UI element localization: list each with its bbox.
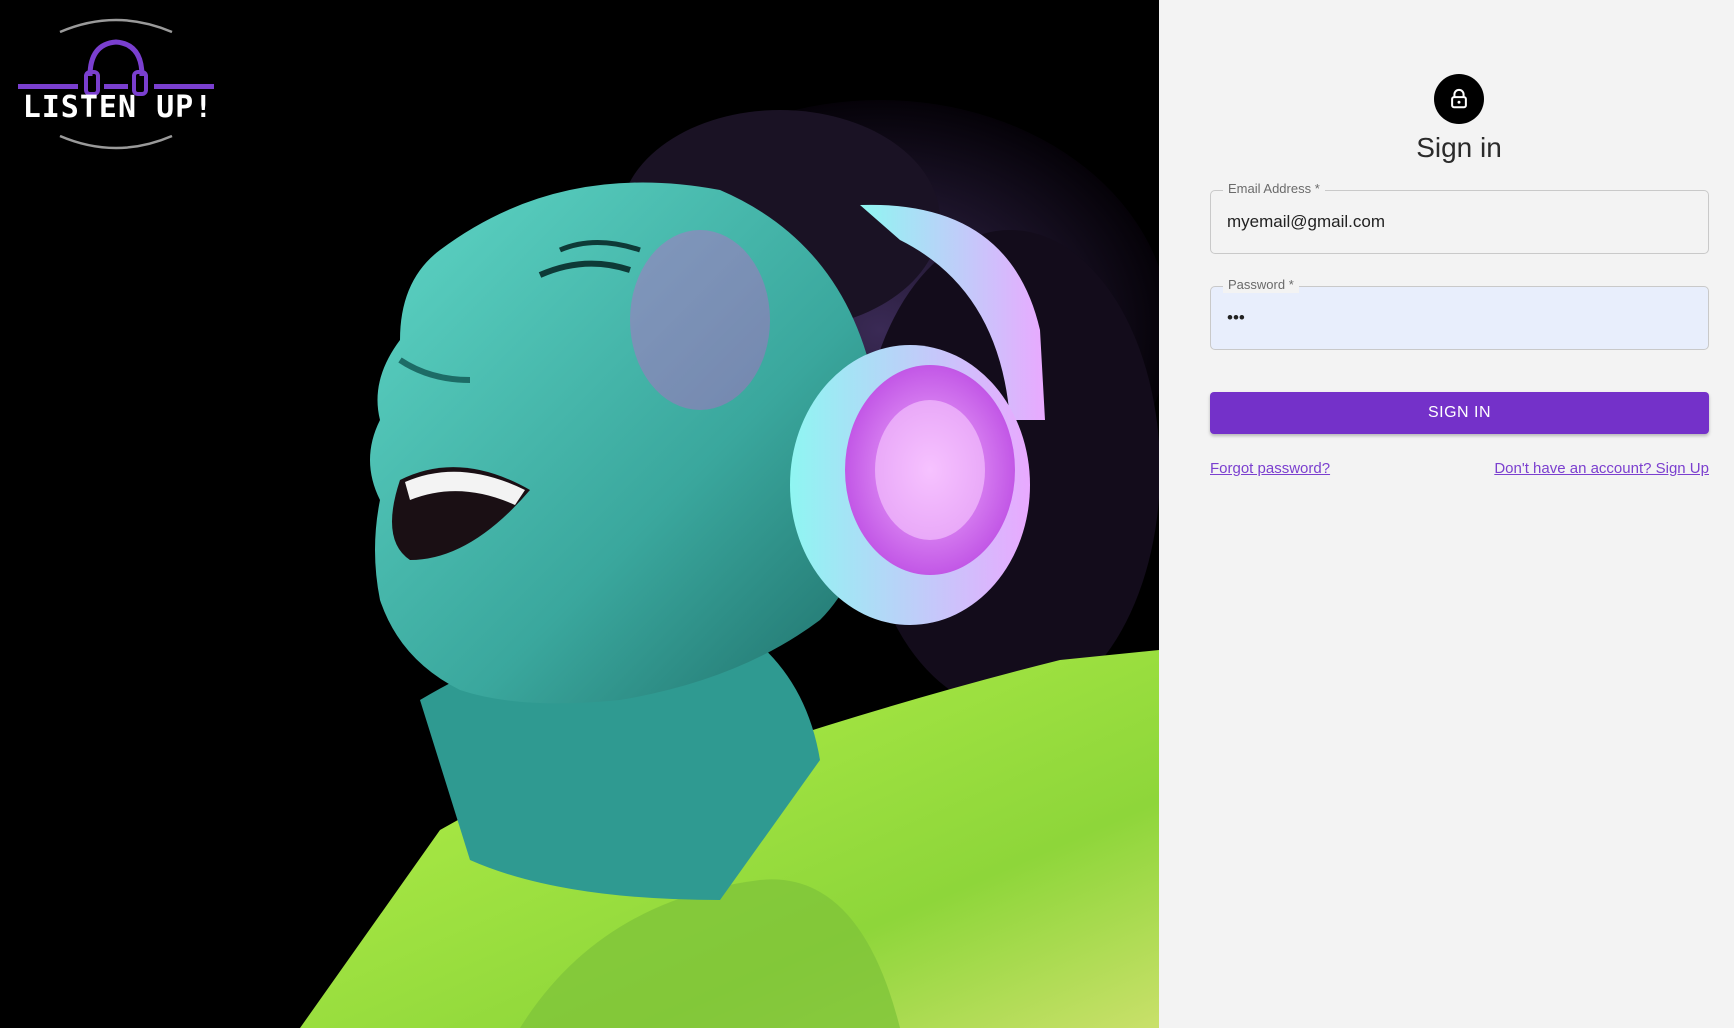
page-title: Sign in [1416,132,1502,163]
sign-up-link[interactable]: Don't have an account? Sign Up [1494,460,1709,477]
password-field[interactable]: Password * [1210,277,1709,350]
lock-avatar [1434,74,1484,124]
signin-panel: Sign in Email Address * Password * SIGN … [1159,0,1734,1028]
hero-image: LISTEN UP! [0,0,1159,1028]
logo-text: LISTEN UP! [22,90,214,125]
logo-headphones-icon [18,18,214,150]
lock-icon [1451,88,1467,109]
password-input[interactable] [1227,287,1687,348]
forgot-password-link[interactable]: Forgot password? [1210,460,1330,477]
sign-in-button[interactable]: SIGN IN [1210,392,1709,434]
email-field[interactable]: Email Address * [1210,181,1709,254]
app-root: LISTEN UP! Sign in Email Address * Passw… [0,0,1734,1028]
brand-logo: LISTEN UP! [14,14,218,150]
email-input[interactable] [1227,191,1687,252]
hero-photo [0,0,1159,1028]
